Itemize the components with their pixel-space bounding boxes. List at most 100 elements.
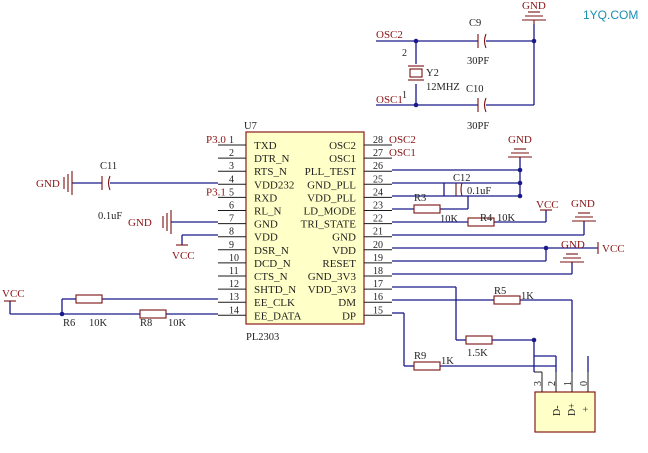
capacitor-c10: C10 30PF	[466, 84, 489, 132]
pin-name: VDD_PLL	[307, 192, 356, 204]
vcc-symbol-pin8: VCC	[172, 244, 195, 262]
pin-name: EE_DATA	[254, 310, 301, 322]
svg-text:GND: GND	[561, 239, 585, 251]
pin-name: DP	[342, 310, 356, 322]
gnd-symbol-pin18: GND	[560, 239, 585, 263]
gnd-symbol-c11: GND	[36, 171, 73, 195]
pl2303-chip: U7 PL2303 1 TXDP3.02 DTR_N3 RTS_N4 VDD2325 RX…	[206, 121, 416, 343]
svg-text:GND: GND	[36, 178, 60, 190]
svg-text:GND: GND	[128, 217, 152, 229]
svg-text:10K: 10K	[497, 213, 516, 224]
svg-text:D+: D+	[567, 403, 578, 416]
svg-text:0: 0	[579, 381, 590, 386]
svg-text:C9: C9	[469, 18, 481, 29]
pin-name: RESET	[322, 258, 356, 270]
pin-number: 2	[229, 148, 234, 159]
svg-text:0.1uF: 0.1uF	[467, 186, 491, 197]
pin-number: 18	[373, 266, 383, 277]
pin-name: GND	[254, 219, 278, 231]
pin-number: 21	[373, 227, 383, 238]
pin-net-label: P3.0	[206, 134, 226, 146]
svg-text:R5: R5	[494, 286, 506, 297]
vcc-symbol-left: VCC	[2, 288, 25, 302]
pin-name: PLL_TEST	[305, 166, 357, 178]
svg-text:R6: R6	[63, 318, 75, 329]
pin-number: 10	[229, 253, 239, 264]
svg-text:VCC: VCC	[536, 199, 559, 211]
svg-text:1K: 1K	[521, 291, 534, 302]
pin-name: CTS_N	[254, 271, 288, 283]
capacitor-c11: C11 0.1uF	[98, 161, 122, 222]
osc2-net-label: OSC2	[376, 29, 403, 41]
osc1-net-label: OSC1	[376, 94, 403, 106]
resistor-r4: R4 10K	[467, 213, 516, 227]
svg-text:R3: R3	[414, 193, 426, 204]
crystal-pin-2: 2	[402, 48, 407, 59]
pin-name: GND_3V3	[308, 271, 357, 283]
pin-number: 28	[373, 135, 383, 146]
svg-text:+: +	[581, 406, 592, 412]
gnd-symbol-pin7: GND	[128, 210, 172, 234]
pin-number: 15	[373, 305, 383, 316]
svg-text:0.1uF: 0.1uF	[98, 211, 122, 222]
pin-number: 13	[229, 292, 239, 303]
pin-name: DM	[338, 297, 356, 309]
schematic-diagram: 1YQ.COM OSC2 OSC1 2 1 Y2 12MHZ C9 30PF C…	[2, 0, 638, 433]
svg-text:C11: C11	[100, 161, 117, 172]
pin-name: OSC2	[329, 140, 356, 152]
capacitor-c12: C12 0.1uF	[453, 173, 491, 197]
svg-text:R9: R9	[414, 351, 426, 362]
pin-name: RTS_N	[254, 166, 287, 178]
svg-text:R8: R8	[140, 318, 152, 329]
resistor-r6: R6 10K	[63, 294, 108, 329]
svg-text:VCC: VCC	[602, 243, 625, 255]
crystal-ref: Y2	[426, 68, 439, 79]
vcc-symbol-r4: VCC	[536, 199, 559, 211]
pin-number: 3	[229, 161, 234, 172]
svg-text:30PF: 30PF	[467, 121, 489, 132]
gnd-symbol-pll: GND	[508, 134, 532, 158]
pin-number: 19	[373, 253, 383, 264]
pin-net-label: P3.1	[206, 186, 226, 198]
pin-number: 24	[373, 187, 383, 198]
resistor-1k5: 1.5K	[465, 335, 493, 359]
pin-name: DSR_N	[254, 245, 289, 257]
left-circuit: C11 0.1uF GND GND VCC VCC R6 10K R8 10K	[2, 161, 218, 329]
pin-name: DTR_N	[254, 153, 290, 165]
crystal-block: OSC2 OSC1 2 1 Y2 12MHZ C9 30PF C10 30PF …	[376, 0, 546, 132]
gnd-symbol-pin21: GND	[571, 198, 596, 222]
pin-name: VDD232	[254, 179, 294, 191]
svg-text:GND: GND	[522, 0, 546, 12]
pin-name: SHTD_N	[254, 284, 296, 296]
pin-name: RL_N	[254, 206, 282, 218]
pin-name: TRI_STATE	[301, 219, 357, 231]
pin-number: 11	[229, 266, 239, 277]
pin-number: 8	[229, 227, 234, 238]
pin-number: 12	[229, 279, 239, 290]
svg-text:D-: D-	[552, 405, 563, 416]
capacitor-c9: C9 30PF	[467, 18, 489, 67]
resistor-r9: R9 1K	[413, 351, 454, 371]
pin-name: DCD_N	[254, 258, 291, 270]
pin-number: 6	[229, 201, 234, 212]
svg-text:C10: C10	[466, 84, 484, 95]
pin-name: VDD	[332, 245, 356, 257]
pin-number: 7	[229, 214, 234, 225]
svg-text:C12: C12	[453, 173, 471, 184]
resistor-r5: R5 1K	[493, 286, 534, 305]
svg-text:1.5K: 1.5K	[467, 348, 488, 359]
svg-text:3: 3	[533, 381, 544, 386]
chip-ref: U7	[244, 121, 257, 132]
svg-text:VCC: VCC	[172, 250, 195, 262]
pin-number: 16	[373, 292, 383, 303]
pin-number: 5	[229, 187, 234, 198]
pin-number: 9	[229, 240, 234, 251]
pin-name: TXD	[254, 140, 277, 152]
resistor-r8: R8 10K	[139, 309, 187, 329]
pin-number: 14	[229, 305, 239, 316]
pin-net-label: OSC1	[389, 147, 416, 159]
chip-part: PL2303	[246, 332, 279, 343]
svg-text:VCC: VCC	[2, 288, 25, 300]
pin-name: EE_CLK	[254, 297, 295, 309]
svg-text:2: 2	[547, 381, 558, 386]
